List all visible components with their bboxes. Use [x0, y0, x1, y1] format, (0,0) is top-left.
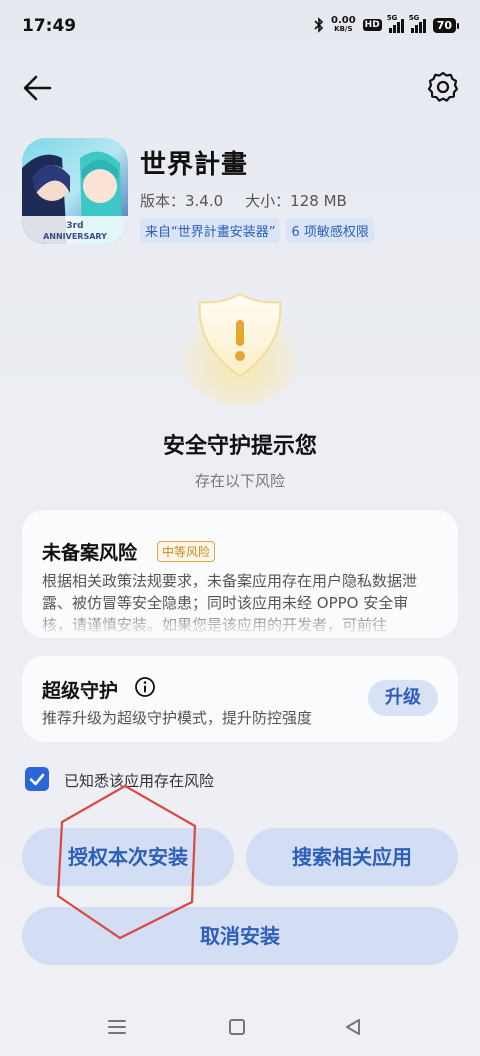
status-time: 17:49: [22, 16, 77, 36]
risk-card[interactable]: 未备案风险 中等风险 根据相关政策法规要求，未备案应用存在用户隐私数据泄露、被仿…: [22, 510, 458, 638]
source-tag[interactable]: 来自“世界計畫安装器”: [140, 218, 281, 243]
network-speed-unit: KB/S: [334, 25, 353, 33]
risk-level-badge: 中等风险: [157, 541, 216, 562]
svg-text:3rd: 3rd: [66, 221, 83, 231]
app-tags: 来自“世界計畫安装器” 6 项敏感权限: [140, 218, 374, 243]
menu-icon[interactable]: [107, 1018, 127, 1036]
sim1-network-label: 5G: [386, 14, 398, 22]
authorize-install-button[interactable]: 授权本次安装: [22, 828, 234, 886]
warning-title: 安全守护提示您: [162, 434, 317, 459]
network-speed-value: 0.00: [330, 15, 356, 26]
status-icons: 0.00 KB/S HD 5G 5G 70: [314, 14, 460, 34]
permission-tag[interactable]: 6 项敏感权限: [286, 218, 374, 243]
search-related-apps-button[interactable]: 搜索相关应用: [246, 828, 458, 886]
sim2-network-label: 5G: [408, 14, 420, 22]
gear-icon[interactable]: [426, 70, 460, 104]
app-icon-text: ANNIVERSARY: [43, 232, 107, 241]
app-version: 版本：3.4.0: [140, 192, 224, 210]
bluetooth-icon: [314, 17, 324, 33]
acknowledge-label[interactable]: 已知悉该应用存在风险: [64, 770, 214, 791]
warning-subtitle: 存在以下风险: [194, 472, 285, 490]
network-speed: 0.00 KB/S: [331, 16, 356, 34]
app-icon: 3rd ANNIVERSARY: [22, 138, 128, 244]
info-icon[interactable]: [134, 676, 156, 698]
back-arrow-icon[interactable]: [18, 70, 58, 106]
app-meta: 版本：3.4.0 大小：128 MB: [140, 190, 347, 211]
checkmark-icon: [29, 773, 45, 786]
status-bar: 17:49 0.00 KB/S HD 5G 5G 70: [0, 0, 480, 52]
upgrade-button[interactable]: 升级: [368, 680, 438, 716]
super-guard-title: 超级守护: [42, 680, 119, 702]
super-guard-description: 推荐升级为超级守护模式，提升防控强度: [42, 709, 313, 727]
battery-indicator: 70: [432, 17, 460, 33]
signal-sim2-icon: 5G: [408, 14, 426, 33]
acknowledge-checkbox[interactable]: [25, 767, 49, 791]
signal-sim1-icon: 5G: [386, 14, 404, 33]
home-icon[interactable]: [228, 1018, 246, 1036]
triangle-back-icon[interactable]: [343, 1017, 363, 1037]
risk-fade-overlay: [22, 608, 458, 638]
super-guard-card: 超级守护 推荐升级为超级守护模式，提升防控强度 升级: [22, 656, 458, 742]
app-name: 世界計畫: [140, 150, 249, 180]
hd-badge: HD: [362, 19, 382, 31]
cancel-install-button[interactable]: 取消安装: [22, 907, 458, 965]
warning-shield-icon: [180, 292, 300, 406]
app-size: 大小：128 MB: [245, 192, 347, 210]
risk-title: 未备案风险: [42, 542, 138, 564]
